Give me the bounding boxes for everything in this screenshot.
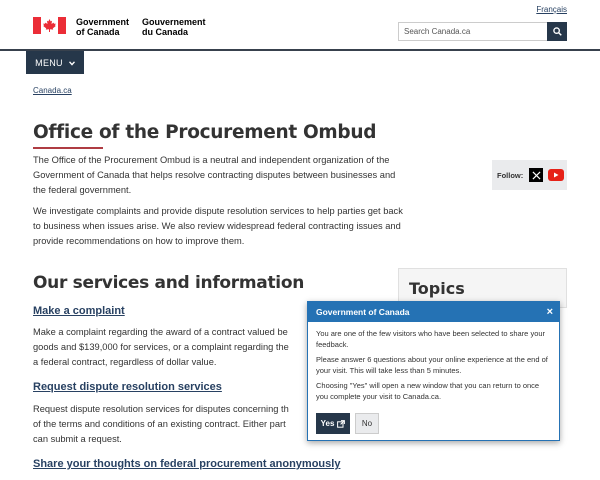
title-underline (33, 147, 103, 149)
dispute-resolution-description: Request dispute resolution services for … (33, 404, 289, 444)
follow-label: Follow: (497, 170, 524, 180)
search-icon (552, 27, 562, 36)
feedback-invitation-dialog: Government of Canada × You are one of th… (307, 301, 560, 441)
youtube-icon[interactable] (548, 169, 565, 181)
site-search (398, 22, 567, 41)
dialog-actions: Yes No (316, 413, 379, 434)
dispute-resolution-link[interactable]: Request dispute resolution services (33, 381, 222, 393)
signature-french: Gouvernement du Canada (142, 17, 206, 37)
no-button[interactable]: No (355, 413, 379, 434)
government-signature[interactable]: Government of Canada Gouvernement du Can… (33, 17, 206, 37)
search-input[interactable] (398, 22, 547, 41)
chevron-down-icon (68, 58, 75, 68)
menu-button[interactable]: MENU (26, 51, 84, 74)
language-toggle-link[interactable]: Français (536, 5, 567, 14)
topics-heading: Topics (409, 279, 465, 298)
dialog-body: You are one of the few visitors who have… (308, 322, 559, 402)
header-divider (0, 49, 600, 51)
intro-paragraph-1: The Office of the Procurement Ombud is a… (33, 155, 396, 195)
make-complaint-description: Make a complaint regarding the award of … (33, 327, 289, 367)
yes-button[interactable]: Yes (316, 413, 350, 434)
x-social-icon[interactable] (529, 168, 544, 182)
close-icon[interactable]: × (547, 305, 553, 319)
dialog-paragraph-2: Please answer 6 questions about your onl… (316, 355, 548, 375)
breadcrumb-home-link[interactable]: Canada.ca (33, 86, 72, 95)
intro-paragraph-2: We investigate complaints and provide di… (33, 206, 403, 246)
dialog-paragraph-3: Choosing "Yes" will open a new window th… (316, 381, 540, 401)
page-title: Office of the Procurement Ombud (33, 122, 377, 143)
social-follow-box: Follow: (492, 160, 567, 190)
external-window-icon (337, 419, 346, 428)
make-complaint-link[interactable]: Make a complaint (33, 305, 125, 317)
dialog-header: Government of Canada × (308, 302, 559, 322)
dialog-title: Government of Canada (316, 307, 410, 317)
signature-english: Government of Canada (76, 17, 130, 37)
dialog-paragraph-1: You are one of the few visitors who have… (316, 329, 546, 349)
share-thoughts-link[interactable]: Share your thoughts on federal procureme… (33, 458, 340, 470)
canada-flag-icon (33, 17, 66, 34)
services-heading: Our services and information (33, 273, 305, 293)
search-button[interactable] (547, 22, 567, 41)
